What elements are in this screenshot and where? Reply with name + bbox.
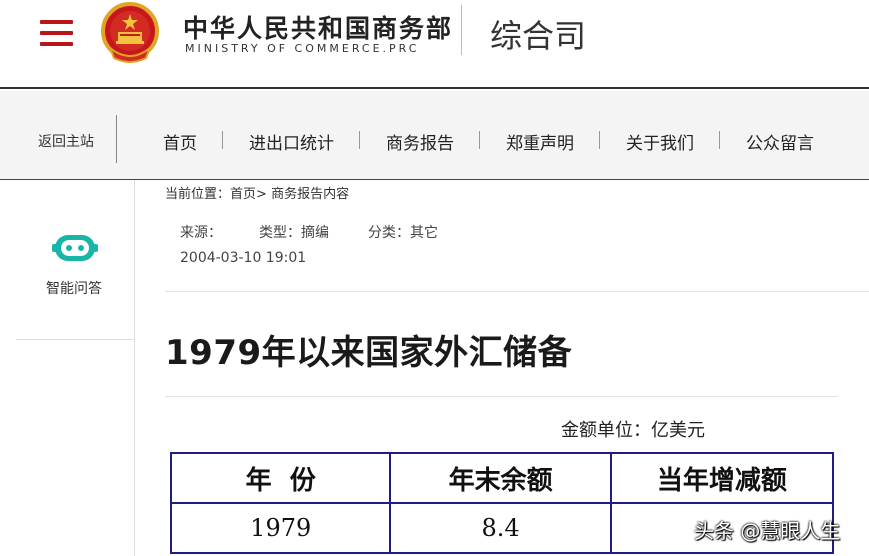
- nav-divider: [116, 115, 117, 163]
- header-divider: [461, 5, 462, 55]
- nav-separator: [359, 131, 360, 149]
- article-type: 类型：摘编: [259, 225, 329, 241]
- left-sidebar: 智能问答: [0, 180, 135, 556]
- nav-item-business-reports[interactable]: 商务报告: [386, 129, 454, 154]
- department-name: 综合司: [490, 17, 587, 55]
- nav-item-about-us[interactable]: 关于我们: [626, 129, 694, 154]
- table-header-row: 年 份 年末余额 当年增减额: [169, 452, 835, 504]
- table-header-year: 年 份: [169, 452, 392, 504]
- article-timestamp: 2004-03-10 19:01: [180, 250, 307, 266]
- robot-chat-icon[interactable]: [52, 231, 98, 265]
- table-header-year-end-balance: 年末余额: [389, 452, 612, 504]
- ministry-name-en: MINISTRY OF COMMERCE.PRC: [185, 42, 420, 55]
- nav-separator: [599, 131, 600, 149]
- nav-separator: [719, 131, 720, 149]
- table-cell-balance: 8.4: [389, 502, 612, 554]
- hamburger-menu-icon[interactable]: [40, 20, 73, 46]
- watermark: 头条 @慧眼人生: [694, 519, 841, 543]
- breadcrumb-separator: >: [256, 187, 267, 202]
- nav-item-trade-statistics[interactable]: 进出口统计: [249, 129, 334, 154]
- table-cell-year: 1979: [169, 502, 392, 554]
- nav-item-statement[interactable]: 郑重声明: [506, 129, 574, 154]
- nav-item-public-messages[interactable]: 公众留言: [746, 129, 814, 154]
- table-header-annual-change: 当年增减额: [609, 452, 835, 504]
- nav-separator: [222, 131, 223, 149]
- meta-divider: [165, 291, 869, 292]
- main-nav: 返回主站 首页 进出口统计 商务报告 郑重声明 关于我们 公众留言: [0, 91, 869, 180]
- breadcrumb-prefix: 当前位置：: [165, 187, 231, 202]
- nav-item-home[interactable]: 首页: [163, 129, 197, 154]
- article-source: 来源：: [180, 225, 222, 241]
- article-category: 分类：其它: [368, 225, 438, 241]
- sidebar-divider: [16, 339, 134, 340]
- article-title: 1979年以来国家外汇储备: [165, 333, 573, 373]
- national-emblem-icon: [100, 2, 160, 64]
- site-header: 中华人民共和国商务部 MINISTRY OF COMMERCE.PRC 综合司: [0, 0, 869, 89]
- ministry-name-cn: 中华人民共和国商务部: [183, 14, 454, 43]
- nav-separator: [479, 131, 480, 149]
- breadcrumb-home-link[interactable]: 首页: [230, 187, 256, 202]
- title-divider: [165, 396, 838, 397]
- smart-qa-label[interactable]: 智能问答: [46, 278, 102, 298]
- breadcrumb-current[interactable]: 商务报告内容: [271, 187, 349, 202]
- back-home-link[interactable]: 返回主站: [38, 131, 94, 151]
- unit-note: 金额单位：亿美元: [561, 420, 705, 441]
- breadcrumb: 当前位置：首页> 商务报告内容: [165, 183, 349, 202]
